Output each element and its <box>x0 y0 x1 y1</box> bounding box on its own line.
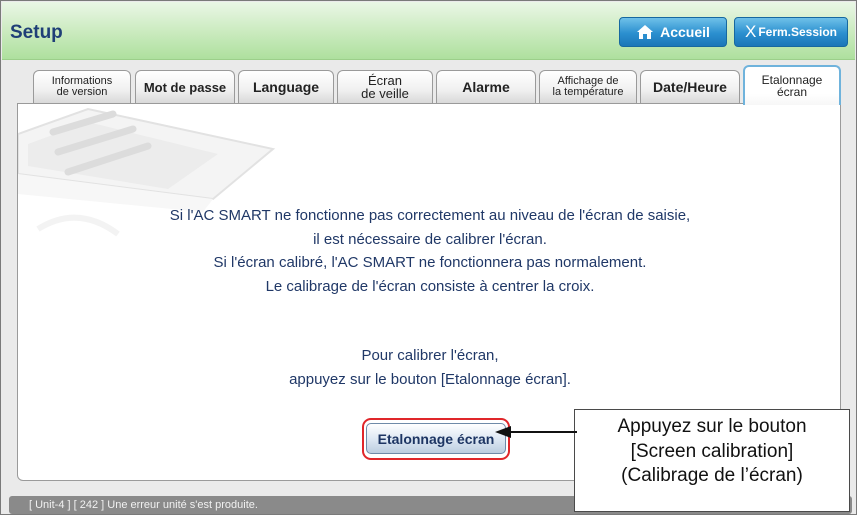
tab-password[interactable]: Mot de passe <box>135 70 235 103</box>
tab-language[interactable]: Language <box>238 70 334 103</box>
tab-version-info[interactable]: Informations de version <box>33 70 131 103</box>
description-line: il est nécessaire de calibrer l'écran. <box>313 230 547 248</box>
tab-label: Language <box>252 79 320 95</box>
description-line: Si l'écran calibré, l'AC SMART ne foncti… <box>213 254 647 271</box>
page-title: Setup <box>10 22 63 43</box>
tab-label: de veille <box>361 86 409 101</box>
home-button[interactable]: Accueil <box>619 17 727 47</box>
app-window: Setup Accueil X Ferm.Session Information… <box>0 0 857 515</box>
home-icon <box>637 25 654 39</box>
tab-label: Alarme <box>462 79 510 95</box>
tab-label: écran <box>776 85 807 99</box>
description-line: Le calibrage de l'écran consiste à centr… <box>265 277 595 295</box>
callout-line: [Screen calibration] <box>630 440 794 462</box>
home-button-label: Accueil <box>660 24 710 40</box>
instruction-line: Pour calibrer l'écran, <box>361 347 499 364</box>
screen-calibration-button[interactable]: Etalonnage écran <box>366 423 506 454</box>
tab-date-time[interactable]: Date/Heure <box>640 70 740 103</box>
header-bar: Setup Accueil X Ferm.Session <box>2 2 855 60</box>
calibration-description: Si l'AC SMART ne fonctionne pas correcte… <box>18 204 840 298</box>
callout-line: Appuyez sur le bouton <box>617 416 807 437</box>
x-close-icon: X <box>744 22 757 41</box>
annotation-callout: Appuyez sur le bouton [Screen calibratio… <box>574 409 850 512</box>
description-line: Si l'AC SMART ne fonctionne pas correcte… <box>169 207 691 224</box>
tab-label: Date/Heure <box>653 79 727 95</box>
tab-screen-calibration[interactable]: Etalonnage écran <box>743 65 841 105</box>
tab-label: Mot de passe <box>143 79 227 95</box>
tab-alarm[interactable]: Alarme <box>436 70 536 103</box>
tab-label: la température <box>552 86 624 98</box>
logout-button[interactable]: X Ferm.Session <box>734 17 848 47</box>
tab-screensaver[interactable]: Écran de veille <box>337 70 433 103</box>
tab-label: de version <box>56 86 108 98</box>
logout-button-label: Ferm.Session <box>758 25 838 39</box>
tab-bar: Informations de version Mot de passe Lang… <box>1 63 856 105</box>
instruction-line: appuyez sur le bouton [Etalonnage écran]… <box>289 370 571 388</box>
calibration-instruction: Pour calibrer l'écran, appuyez sur le bo… <box>18 344 840 391</box>
callout-arrow-icon <box>495 426 577 438</box>
callout-line: (Calibrage de l’écran) <box>621 465 803 486</box>
tab-temperature-display[interactable]: Affichage de la température <box>539 70 637 103</box>
